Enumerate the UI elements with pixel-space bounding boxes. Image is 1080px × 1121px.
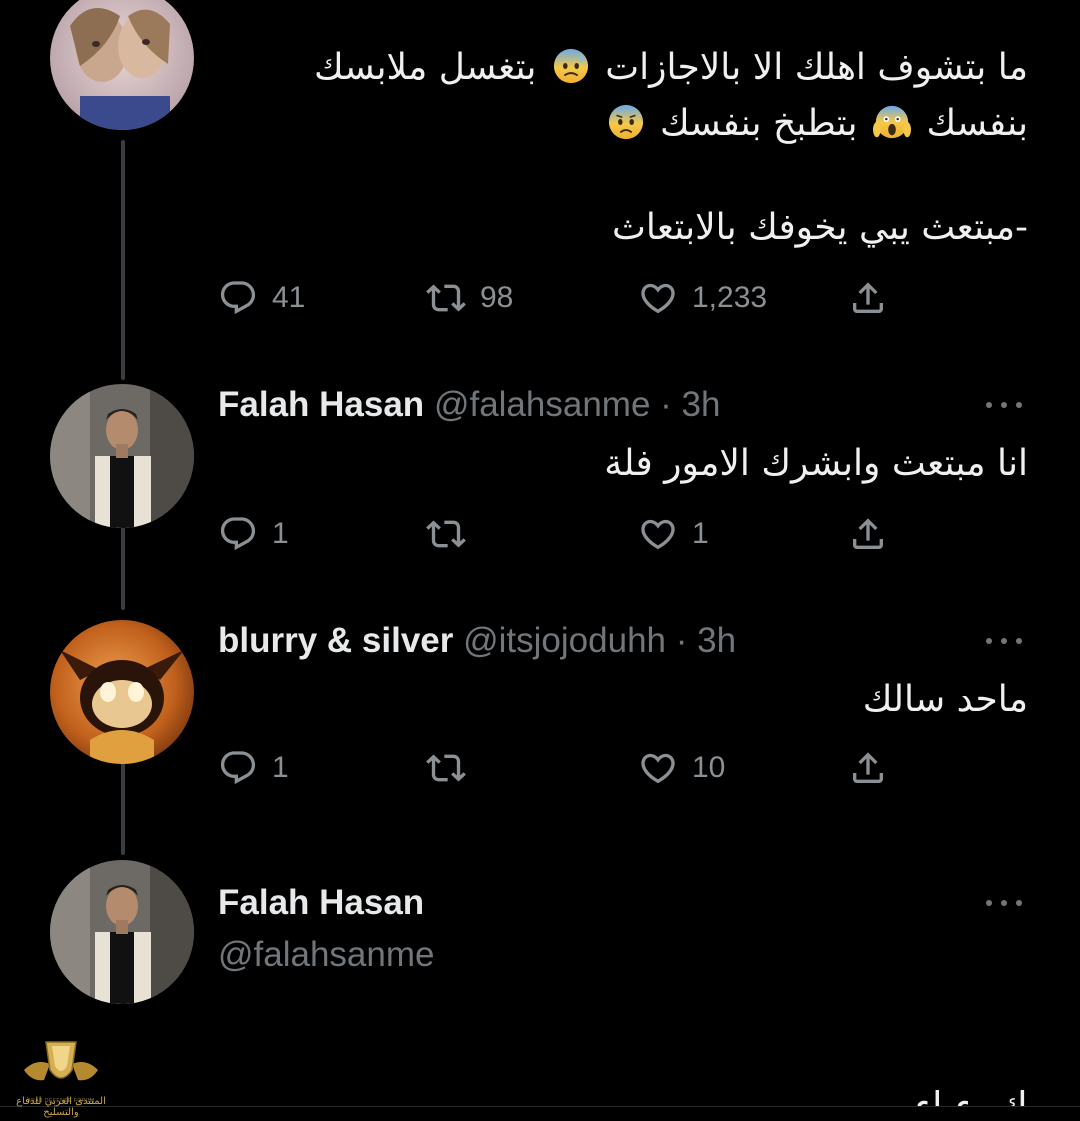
reply-icon: [218, 278, 258, 318]
timestamp[interactable]: 3h: [697, 621, 736, 660]
share-icon: [848, 748, 888, 788]
retweet-action[interactable]: [426, 512, 466, 556]
reply-action[interactable]: 1: [218, 512, 289, 556]
tweet-header: Falah Hasan @falahsanme · 3h: [218, 383, 720, 427]
tweet-header: Falah Hasan @falahsanme: [218, 881, 434, 977]
reply-count: 1: [272, 751, 289, 784]
divider: [0, 1106, 1080, 1107]
share-action[interactable]: [848, 746, 888, 790]
reply-icon: [218, 748, 258, 788]
heart-icon: [638, 278, 678, 318]
reply-action[interactable]: 41: [218, 276, 305, 320]
twitter-thread-screenshot: ما بتشوف اهلك الا بالاجازات بتغسل ملابسك: [0, 0, 1080, 1121]
tweet-text: بنفسك بتطبخ بنفسك: [603, 96, 1028, 152]
display-name[interactable]: blurry & silver: [218, 621, 453, 660]
tweet-text-line1-a: ما بتشوف اهلك الا بالاجازات: [605, 47, 1028, 88]
anxious-sweat-face-emoji: [552, 47, 590, 85]
like-action[interactable]: 1,233: [638, 276, 767, 320]
tweet-actions: 1 1: [214, 512, 904, 556]
like-count: 1,233: [692, 281, 768, 314]
more-options-icon[interactable]: [986, 636, 1022, 646]
reply-action[interactable]: 1: [218, 746, 289, 790]
user-handle[interactable]: @itsjojoduhh: [463, 621, 666, 660]
tweet-actions: 41 98 1,233: [214, 276, 904, 320]
watermark-logo: ARAB DEFENSE FORUM المنتدى العربي للدفاع…: [6, 1030, 116, 1120]
separator-dot: ·: [675, 621, 688, 660]
tweet-text: -مبتعث يبي يخوفك بالابتعاث: [612, 200, 1028, 256]
retweet-action[interactable]: [426, 746, 466, 790]
share-action[interactable]: [848, 276, 888, 320]
share-icon: [848, 514, 888, 554]
retweet-icon: [426, 748, 466, 788]
more-options-icon[interactable]: [986, 898, 1022, 908]
tweet-text-line3: -مبتعث يبي يخوفك بالابتعاث: [612, 207, 1028, 248]
watermark-text: المنتدى العربي للدفاع والتسليح: [16, 1096, 106, 1118]
separator-dot: ·: [660, 385, 672, 424]
screaming-face-emoji: [872, 103, 911, 141]
reply-icon: [218, 514, 258, 554]
avatar[interactable]: [50, 860, 194, 1004]
like-action[interactable]: 10: [638, 746, 725, 790]
heart-icon: [638, 748, 678, 788]
avatar[interactable]: [50, 0, 194, 130]
tweet-header: blurry & silver @itsjojoduhh · 3h: [218, 619, 736, 663]
like-count: 10: [692, 751, 726, 784]
tweet-text-cutoff: ك. ء اء: [914, 1084, 1028, 1106]
reply-count: 41: [272, 281, 306, 314]
tweet-text: انا مبتعث وابشرك الامور فلة: [604, 436, 1028, 492]
display-name[interactable]: Falah Hasan: [218, 385, 424, 424]
tweet-actions: 1 10: [214, 746, 904, 790]
like-action[interactable]: 1: [638, 512, 709, 556]
more-options-icon[interactable]: [986, 400, 1022, 410]
user-handle[interactable]: @falahsanme: [218, 933, 434, 977]
tweet-text: ما بتشوف اهلك الا بالاجازات بتغسل ملابسك: [314, 40, 1028, 96]
share-action[interactable]: [848, 512, 888, 556]
thread-line: [121, 140, 125, 380]
retweet-icon: [426, 278, 466, 318]
avatar[interactable]: [50, 620, 194, 764]
tweet-text: ماحد سالك: [863, 672, 1028, 728]
user-handle[interactable]: @falahsanme: [434, 385, 650, 424]
retweet-action[interactable]: 98: [426, 276, 513, 320]
avatar[interactable]: [50, 384, 194, 528]
retweet-count: 98: [480, 281, 514, 314]
reply-count: 1: [272, 517, 289, 550]
heart-icon: [638, 514, 678, 554]
share-icon: [848, 278, 888, 318]
timestamp[interactable]: 3h: [682, 385, 721, 424]
tweet-text-body: انا مبتعث وابشرك الامور فلة: [604, 443, 1028, 484]
display-name[interactable]: Falah Hasan: [218, 881, 434, 925]
tweet-text-body: ماحد سالك: [862, 679, 1028, 720]
tweet-text-line2-b: بتطبخ بنفسك: [660, 103, 858, 144]
retweet-icon: [426, 514, 466, 554]
tweet-text-line1-b: بتغسل ملابسك: [314, 47, 537, 88]
tweet-text-line2-a: بنفسك: [926, 103, 1028, 144]
fearful-face-emoji: [607, 103, 645, 141]
like-count: 1: [692, 517, 709, 550]
